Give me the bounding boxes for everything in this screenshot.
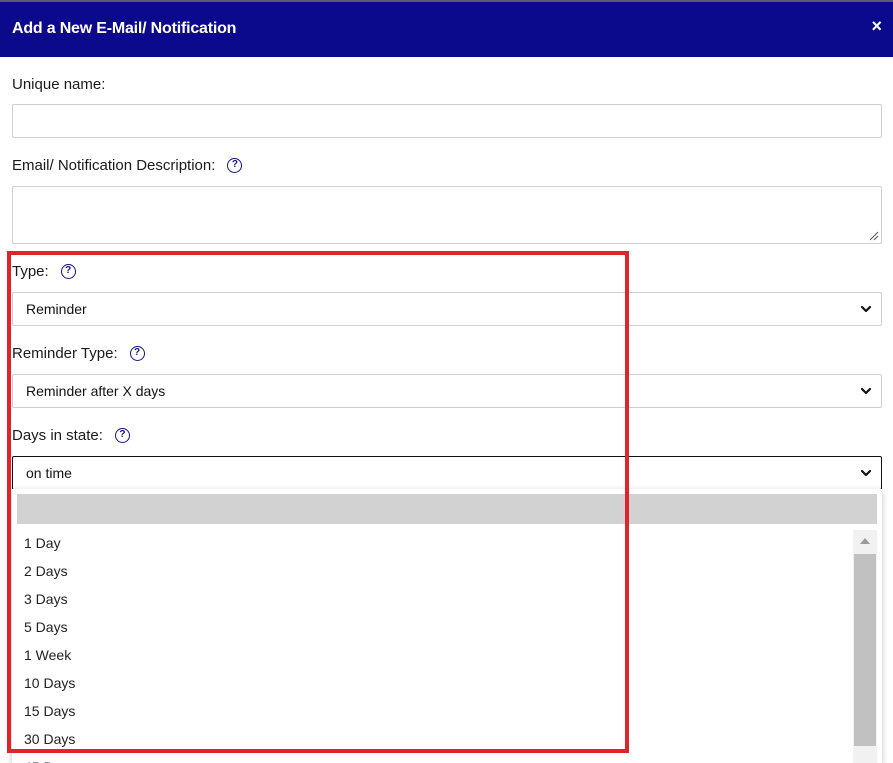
scrollbar-thumb[interactable] bbox=[854, 554, 876, 746]
dropdown-option[interactable]: 1 Day bbox=[24, 529, 844, 557]
close-icon[interactable]: × bbox=[871, 17, 882, 35]
dropdown-option[interactable]: 15 Days bbox=[24, 697, 844, 725]
days-in-state-select-value: on time bbox=[26, 465, 72, 481]
help-icon[interactable]: ? bbox=[129, 346, 145, 361]
type-select-value: Reminder bbox=[26, 301, 87, 317]
reminder-type-label: Reminder Type: ? bbox=[12, 345, 145, 362]
days-in-state-dropdown[interactable]: 1 Day 2 Days 3 Days 5 Days 1 Week 10 Day… bbox=[12, 489, 882, 763]
reminder-type-select[interactable]: Reminder after X days bbox=[12, 374, 882, 408]
chevron-down-icon bbox=[860, 387, 872, 395]
days-in-state-label: Days in state: ? bbox=[12, 427, 130, 444]
dropdown-scrollbar[interactable] bbox=[853, 530, 877, 763]
reminder-type-select-value: Reminder after X days bbox=[26, 383, 166, 399]
dropdown-option-selected[interactable] bbox=[17, 494, 877, 524]
dropdown-option[interactable]: 5 Days bbox=[24, 613, 844, 641]
type-label: Type: ? bbox=[12, 263, 76, 280]
chevron-down-icon bbox=[860, 305, 872, 313]
dropdown-option[interactable]: 1 Week bbox=[24, 641, 844, 669]
type-select[interactable]: Reminder bbox=[12, 292, 882, 326]
unique-name-label: Unique name: bbox=[12, 76, 106, 93]
dropdown-option[interactable]: 45 Days bbox=[24, 753, 844, 763]
resize-grip-icon[interactable] bbox=[869, 231, 879, 241]
dialog-titlebar: Add a New E-Mail/ Notification × bbox=[0, 0, 893, 57]
chevron-down-icon bbox=[860, 469, 872, 477]
scroll-up-arrow-icon[interactable] bbox=[853, 530, 877, 552]
dropdown-option[interactable]: 2 Days bbox=[24, 557, 844, 585]
dialog-title: Add a New E-Mail/ Notification bbox=[12, 20, 237, 37]
help-icon[interactable]: ? bbox=[60, 264, 76, 279]
dropdown-option[interactable]: 30 Days bbox=[24, 725, 844, 753]
dropdown-option[interactable]: 10 Days bbox=[24, 669, 844, 697]
days-in-state-select[interactable]: on time bbox=[12, 456, 882, 490]
unique-name-input[interactable] bbox=[12, 104, 882, 138]
description-label: Email/ Notification Description: ? bbox=[12, 157, 243, 174]
help-icon[interactable]: ? bbox=[227, 158, 243, 173]
help-icon[interactable]: ? bbox=[114, 428, 130, 443]
description-textarea[interactable] bbox=[12, 186, 882, 244]
dropdown-option[interactable]: 3 Days bbox=[24, 585, 844, 613]
